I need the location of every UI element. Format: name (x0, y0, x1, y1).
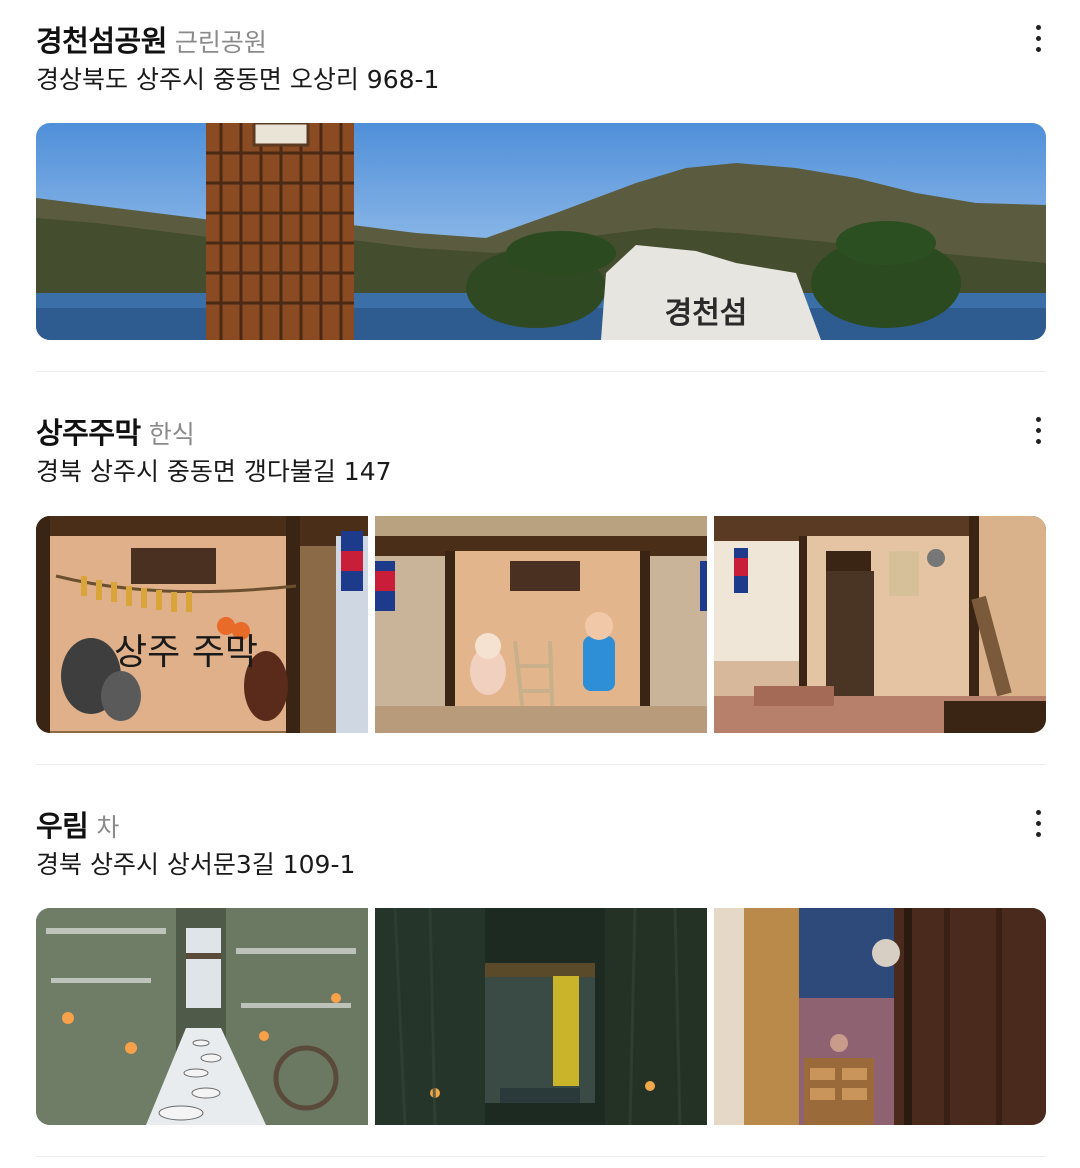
photo-strip[interactable]: 경천섬 (36, 123, 1046, 340)
more-options-button[interactable] (1018, 412, 1058, 448)
traditional-house-image (714, 516, 1046, 733)
mural-figures-image (375, 516, 707, 733)
place-photo[interactable] (375, 908, 707, 1125)
place-name[interactable]: 경천섬공원 (36, 24, 167, 58)
bamboo-entrance-image (375, 908, 707, 1125)
stone-sign-text: 경천섬 (665, 296, 748, 331)
place-photo[interactable] (714, 516, 1046, 733)
more-options-button[interactable] (1018, 20, 1058, 56)
place-name[interactable]: 상주주막 (36, 416, 141, 450)
tavern-mural-image: 상주 주막 (36, 516, 368, 733)
tavern-sign-text: 상주 주막 (114, 632, 258, 673)
place-address: 경북 상주시 상서문3길 109-1 (36, 850, 356, 879)
place-header: 상주주막 한식 (36, 410, 195, 452)
more-vertical-icon (1035, 416, 1041, 422)
place-header: 경천섬공원 근린공원 (36, 18, 267, 60)
place-photo[interactable]: 상주 주막 (36, 516, 368, 733)
more-options-button[interactable] (1018, 805, 1058, 841)
place-category: 근린공원 (174, 28, 267, 57)
interior-cat-image (714, 908, 1046, 1125)
place-photo[interactable] (375, 516, 707, 733)
place-photo[interactable] (36, 908, 368, 1125)
more-vertical-icon (1035, 809, 1041, 815)
place-address: 경북 상주시 중동면 갱다불길 147 (36, 457, 392, 486)
place-header: 우림 차 (36, 803, 119, 845)
divider (36, 371, 1046, 372)
more-vertical-icon (1035, 24, 1041, 30)
place-category: 차 (96, 813, 120, 842)
park-photo-image: 경천섬 (36, 123, 1046, 340)
snowy-garden-image (36, 908, 368, 1125)
divider (36, 1156, 1046, 1157)
place-address: 경상북도 상주시 중동면 오상리 968-1 (36, 65, 440, 94)
place-photo[interactable] (714, 908, 1046, 1125)
photo-strip[interactable]: 상주 주막 (36, 516, 1046, 733)
divider (36, 764, 1046, 765)
photo-strip[interactable] (36, 908, 1046, 1125)
place-category: 한식 (148, 420, 195, 449)
place-name[interactable]: 우림 (36, 809, 89, 843)
place-photo[interactable]: 경천섬 (36, 123, 1046, 340)
